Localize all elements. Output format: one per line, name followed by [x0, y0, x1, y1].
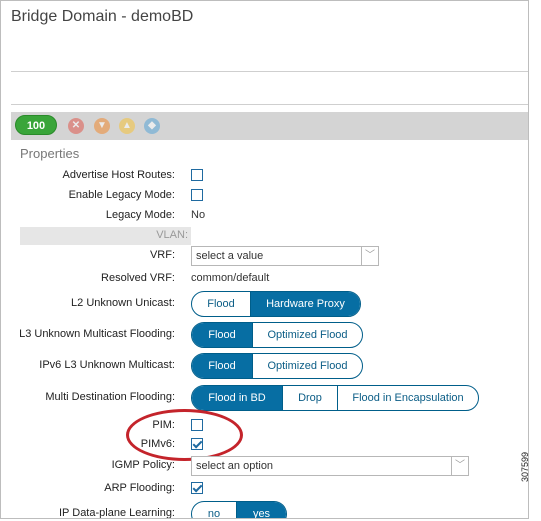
ip-dataplane-learning-toggle: no yes [191, 501, 287, 518]
major-fault-icon[interactable]: ▼ [94, 118, 110, 134]
vrf-select-value: select a value [196, 250, 264, 262]
health-score-badge[interactable]: 100 [15, 115, 57, 135]
vlan-label: VLAN: [156, 229, 188, 241]
highlight-circle [126, 409, 243, 461]
l2-unknown-unicast-label: L2 Unknown Unicast: [71, 297, 175, 309]
l3-unknown-multicast-label: L3 Unknown Multicast Flooding: [19, 328, 175, 340]
minor-fault-icon[interactable]: ▲ [119, 118, 135, 134]
igmp-policy-select[interactable]: select an option ﹀ [191, 456, 469, 476]
ipdl-option-yes[interactable]: yes [236, 502, 286, 518]
l3-option-flood[interactable]: Flood [192, 323, 252, 347]
l3-option-optimized-flood[interactable]: Optimized Flood [252, 323, 362, 347]
mdf-option-flood-in-encapsulation[interactable]: Flood in Encapsulation [337, 386, 478, 410]
arp-flooding-label: ARP Flooding: [104, 482, 175, 494]
ipdl-option-no[interactable]: no [192, 502, 236, 518]
critical-fault-icon[interactable]: ✕ [68, 118, 84, 134]
ipv6-l3-unknown-multicast-label: IPv6 L3 Unknown Multicast: [39, 359, 175, 371]
resolved-vrf-label: Resolved VRF: [101, 272, 175, 284]
vlan-row: VLAN: [20, 227, 191, 245]
enable-legacy-mode-checkbox[interactable] [191, 189, 203, 201]
advertise-host-routes-checkbox[interactable] [191, 169, 203, 181]
mdf-option-drop[interactable]: Drop [282, 386, 337, 410]
figure-id: 307599 [520, 451, 530, 482]
divider [11, 104, 528, 105]
mdf-option-flood-in-bd[interactable]: Flood in BD [192, 386, 282, 410]
divider [11, 71, 528, 72]
multi-destination-flooding-toggle: Flood in BD Drop Flood in Encapsulation [191, 385, 479, 411]
l3-unknown-multicast-toggle: Flood Optimized Flood [191, 322, 363, 348]
warning-fault-icon[interactable]: ◆ [144, 118, 160, 134]
advertise-host-routes-label: Advertise Host Routes: [62, 169, 176, 181]
l2-unknown-unicast-toggle: Flood Hardware Proxy [191, 291, 361, 317]
enable-legacy-mode-label: Enable Legacy Mode: [68, 189, 175, 201]
ip-dataplane-learning-label: IP Data-plane Learning: [59, 507, 175, 519]
igmp-policy-label: IGMP Policy: [111, 459, 175, 471]
ipv6-l3-unknown-multicast-toggle: Flood Optimized Flood [191, 353, 363, 379]
section-properties: Properties [20, 146, 80, 161]
page-title: Bridge Domain - demoBD [11, 8, 194, 25]
chevron-down-icon[interactable]: ﹀ [451, 457, 468, 475]
health-toolbar: 100 ✕ ▼ ▲ ◆ [11, 112, 528, 140]
igmp-policy-select-value: select an option [196, 460, 274, 472]
chevron-down-icon[interactable]: ﹀ [361, 247, 378, 265]
vrf-select[interactable]: select a value ﹀ [191, 246, 379, 266]
legacy-mode-value: No [191, 209, 206, 221]
legacy-mode-label: Legacy Mode: [105, 209, 175, 221]
vrf-label: VRF: [149, 249, 175, 261]
l2-option-hardware-proxy[interactable]: Hardware Proxy [250, 292, 360, 316]
bridge-domain-panel: Bridge Domain - demoBD 100 ✕ ▼ ▲ ◆ Prope… [0, 0, 529, 519]
ipv6-option-flood[interactable]: Flood [192, 354, 252, 378]
resolved-vrf-value: common/default [191, 272, 270, 284]
l2-option-flood[interactable]: Flood [192, 292, 250, 316]
multi-destination-flooding-label: Multi Destination Flooding: [45, 391, 175, 403]
ipv6-option-optimized-flood[interactable]: Optimized Flood [252, 354, 362, 378]
arp-flooding-checkbox[interactable] [191, 482, 203, 494]
